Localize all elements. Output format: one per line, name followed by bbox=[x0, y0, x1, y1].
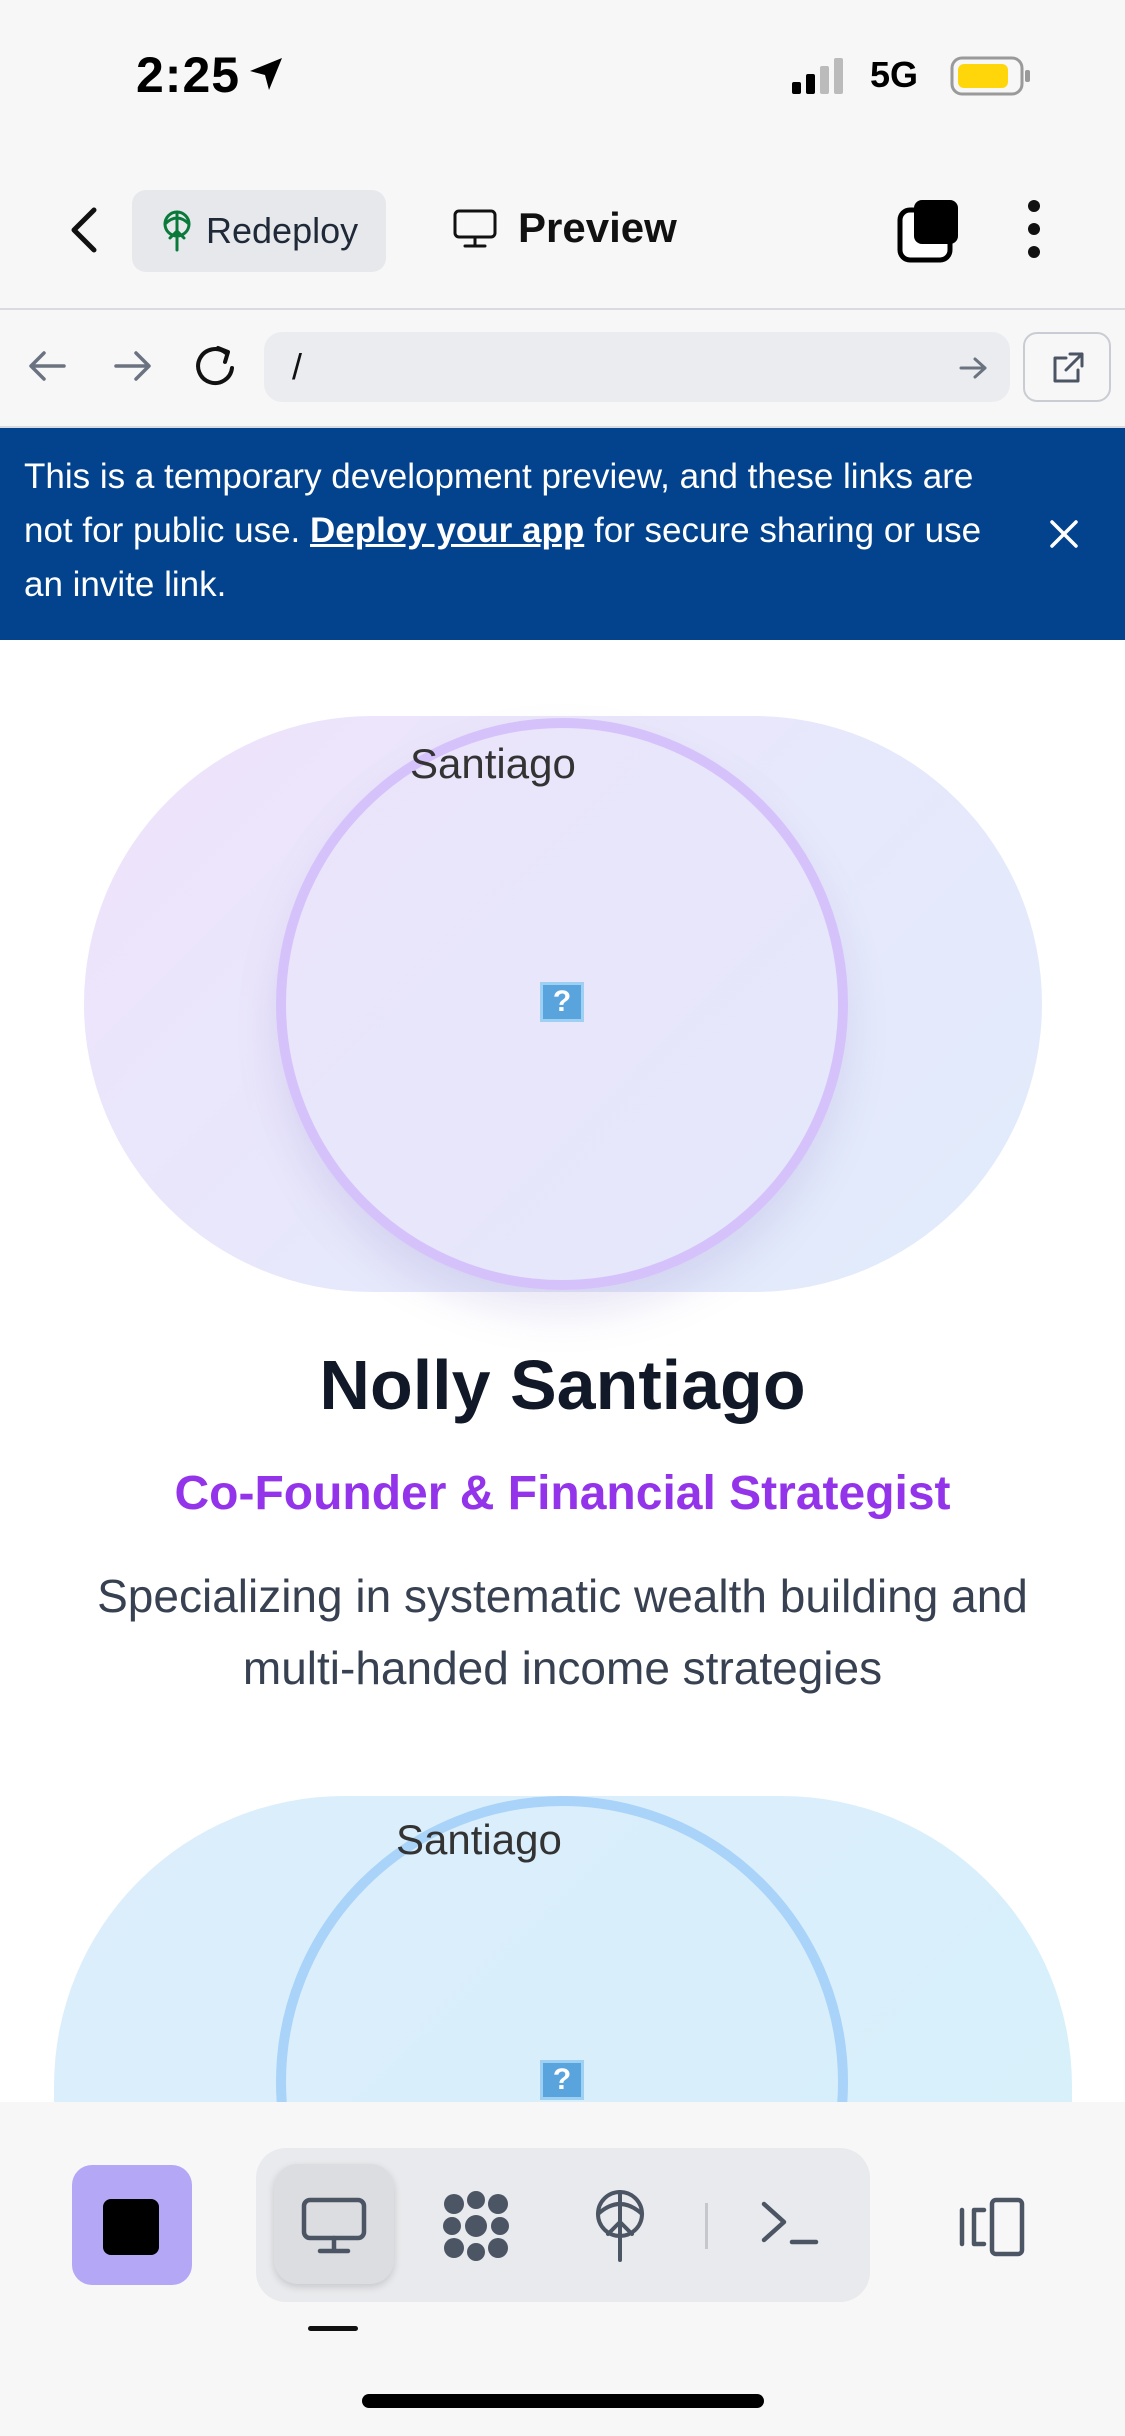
go-arrow-icon[interactable] bbox=[958, 354, 988, 382]
profile-bio: Specializing in systematic wealth buildi… bbox=[97, 1570, 1028, 1694]
back-chevron-icon[interactable] bbox=[64, 204, 104, 256]
preview-tab[interactable]: Preview bbox=[518, 204, 677, 252]
tool-divider bbox=[705, 2203, 708, 2249]
deploy-icon[interactable] bbox=[590, 2188, 650, 2264]
reload-icon[interactable] bbox=[192, 342, 242, 390]
active-tool-indicator bbox=[308, 2326, 358, 2331]
layout-toggle-icon[interactable] bbox=[956, 2196, 1028, 2258]
deploy-app-link[interactable]: Deploy your app bbox=[310, 511, 584, 550]
nav-back-icon[interactable] bbox=[26, 348, 68, 384]
stop-icon bbox=[103, 2199, 159, 2255]
profile-role: Co-Founder & Financial Strategist bbox=[174, 1467, 951, 1520]
status-time: 2:25 bbox=[136, 47, 241, 103]
profile-photo-alt: Santiago bbox=[396, 1816, 562, 1863]
tabs-icon[interactable] bbox=[896, 196, 964, 264]
more-icon[interactable] bbox=[1024, 198, 1044, 260]
desktop-icon bbox=[301, 2197, 367, 2254]
profile-photo-alt: Santiago bbox=[410, 740, 576, 787]
profile-name: Nolly Santiago bbox=[319, 1346, 806, 1424]
nav-forward-icon[interactable] bbox=[112, 348, 154, 384]
agent-icon[interactable] bbox=[440, 2190, 512, 2262]
network-type: 5G bbox=[870, 54, 919, 95]
banner-message: This is a temporary development preview,… bbox=[24, 450, 1024, 612]
url-input[interactable] bbox=[264, 332, 1010, 402]
redeploy-icon bbox=[163, 210, 191, 252]
monitor-icon bbox=[453, 209, 497, 248]
location-arrow-icon bbox=[250, 58, 282, 90]
battery-icon bbox=[950, 56, 1030, 96]
terminal-icon[interactable] bbox=[760, 2198, 820, 2248]
external-link-icon bbox=[1053, 352, 1084, 383]
home-indicator[interactable] bbox=[362, 2394, 764, 2408]
broken-image-icon: ? bbox=[540, 2060, 584, 2100]
redeploy-label: Redeploy bbox=[206, 210, 359, 251]
broken-image-icon: ? bbox=[540, 982, 584, 1022]
url-path: / bbox=[292, 346, 303, 387]
close-icon[interactable] bbox=[1048, 518, 1080, 550]
cellular-signal-icon bbox=[792, 58, 843, 94]
